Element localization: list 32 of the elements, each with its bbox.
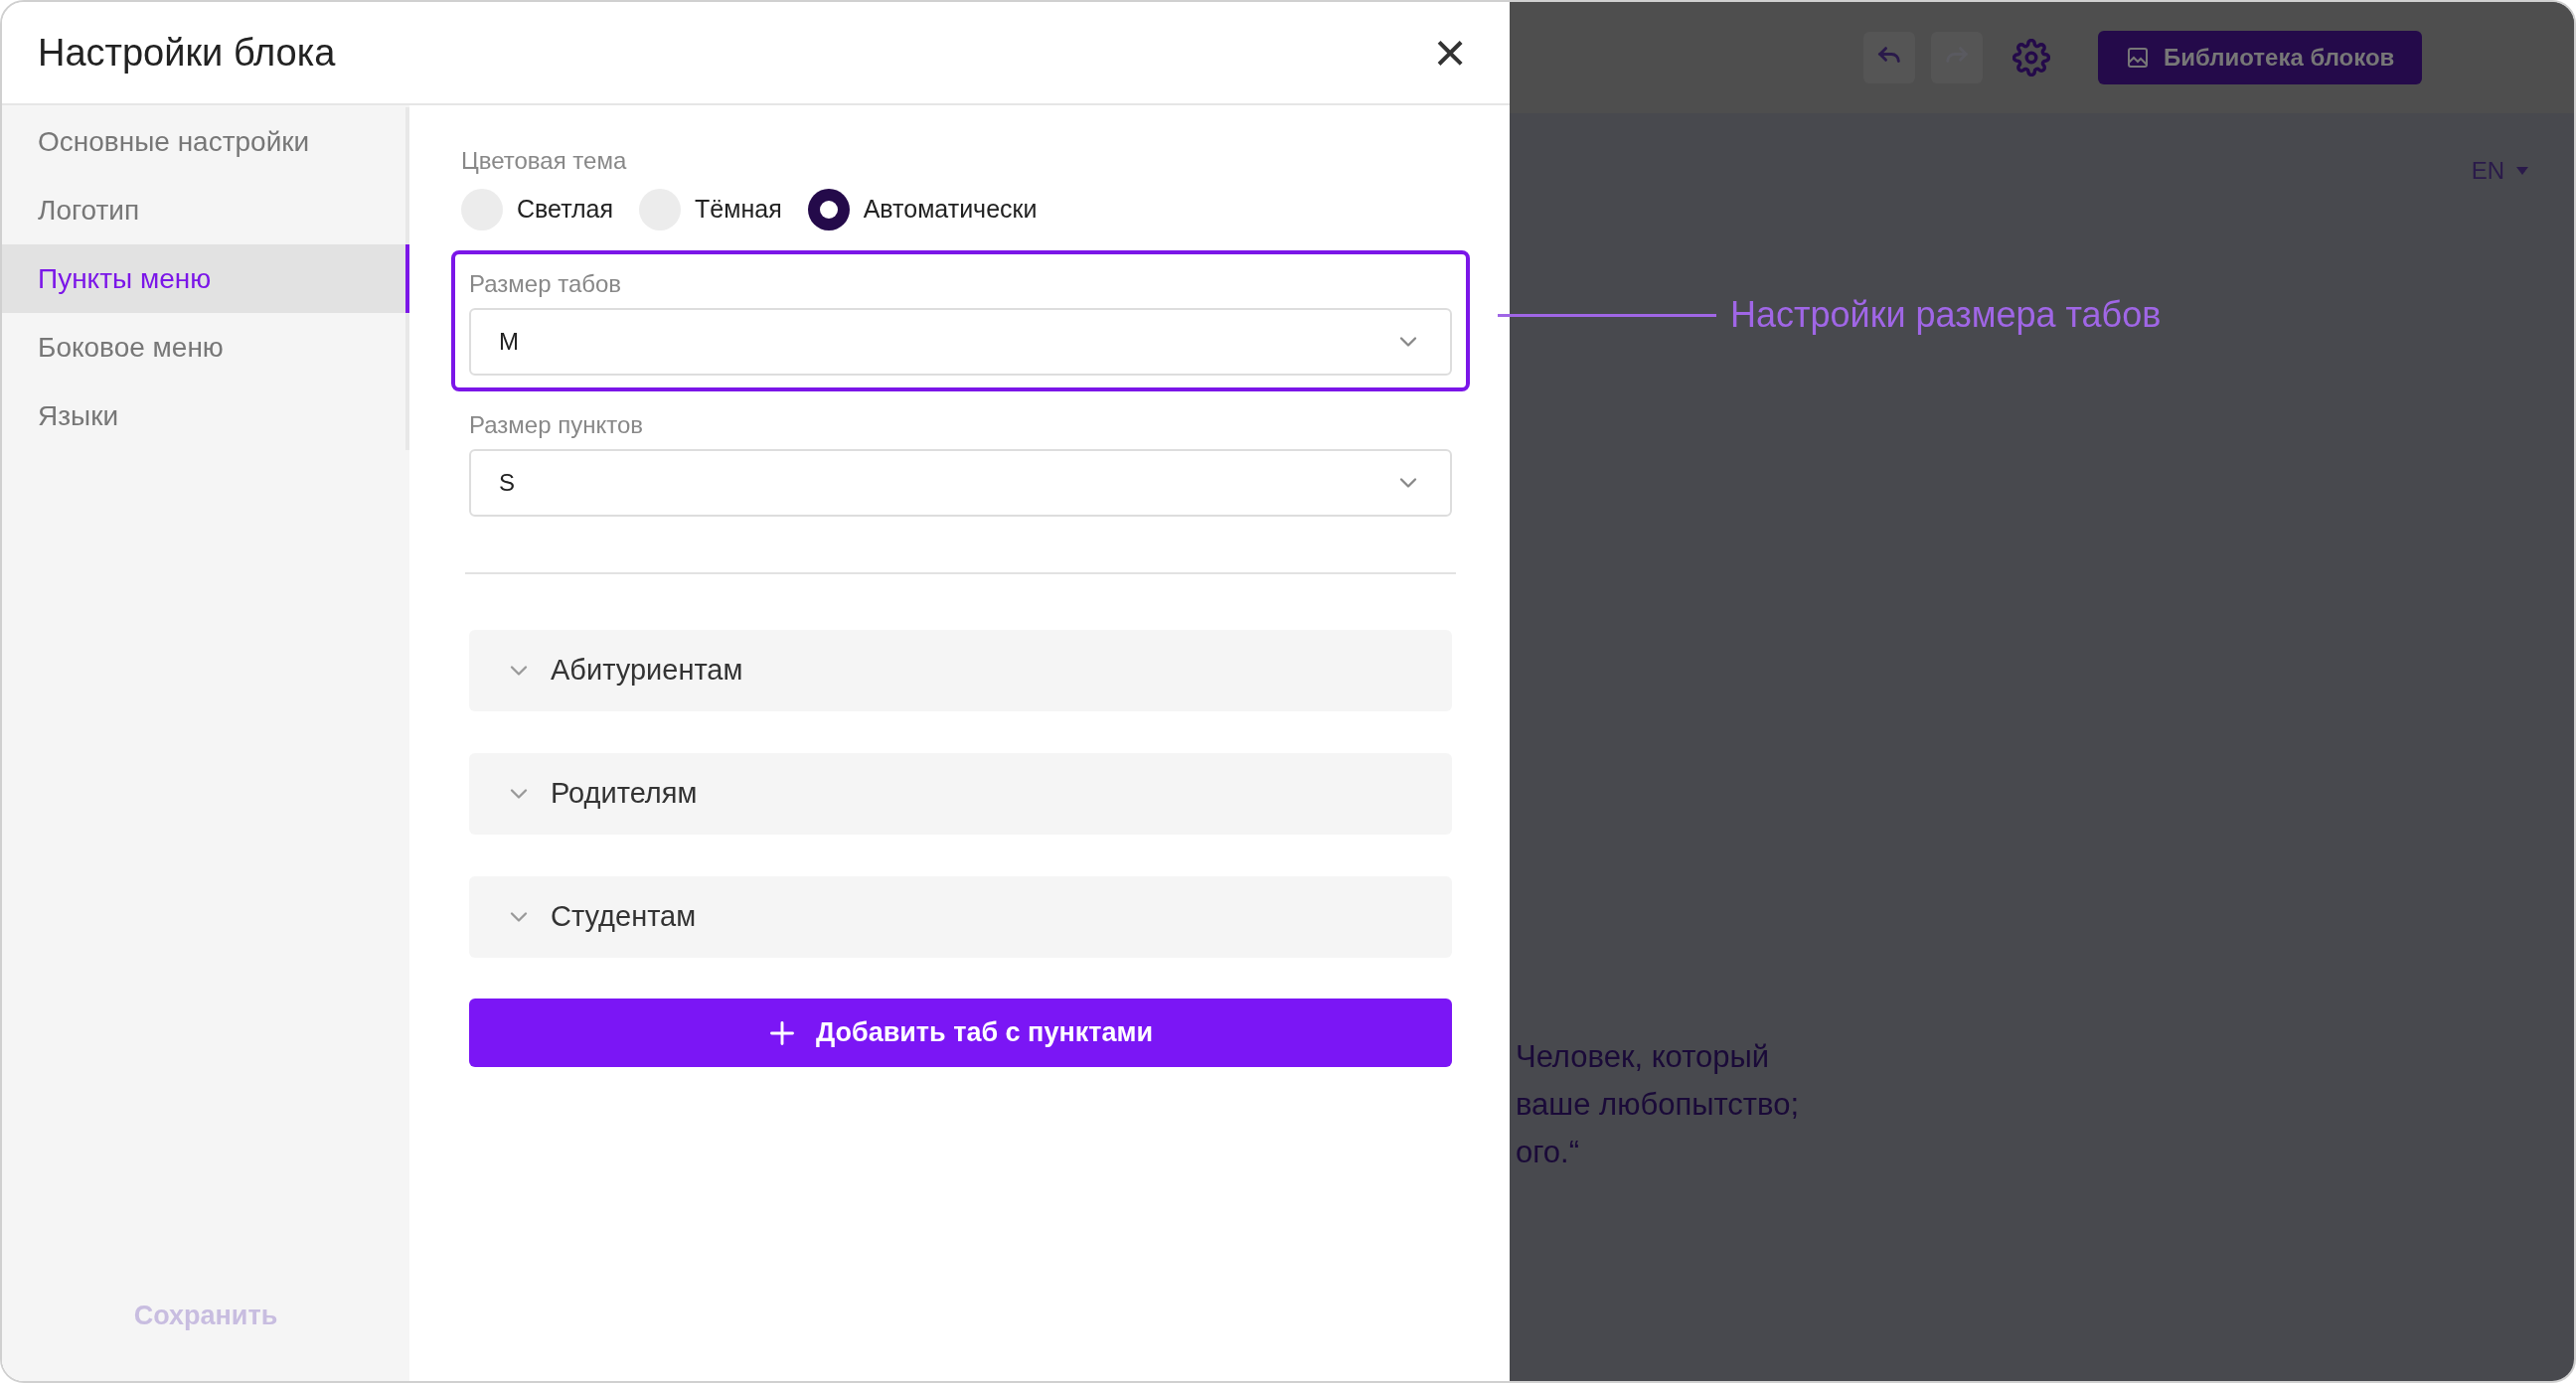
accordion-item[interactable]: Абитуриентам (469, 630, 1452, 711)
quote-text: Человек, который (1516, 1038, 1771, 1076)
field-label: Цветовая тема (460, 146, 628, 176)
field-label: Размер табов (469, 269, 623, 299)
radio-button[interactable] (807, 189, 850, 230)
select-field[interactable]: M (469, 308, 1452, 376)
caret-icon (2516, 167, 2528, 175)
sidebar-item[interactable]: Пункты меню (2, 244, 409, 313)
add-tab-button[interactable]: Добавить таб с пунктами (469, 999, 1452, 1067)
radio-label: Автоматически (863, 194, 1038, 226)
plus-icon (767, 1018, 796, 1047)
accordion-item[interactable]: Студентам (469, 876, 1452, 958)
quote-text: ваше любопытство; (1516, 1086, 1800, 1124)
accordion-item[interactable]: Родителям (469, 753, 1452, 835)
sidebar-item[interactable]: Боковое меню (2, 313, 409, 382)
radio-label: Тёмная (695, 194, 782, 226)
radio-label: Светлая (517, 194, 614, 226)
image-icon (2126, 46, 2150, 70)
annotation-text: Настройки размера табов (1730, 293, 2162, 337)
sidebar-item[interactable]: Языки (2, 382, 409, 450)
dialog-title: Настройки блока (38, 30, 336, 76)
settings-icon[interactable] (2012, 39, 2050, 77)
undo-button[interactable] (1863, 32, 1915, 83)
accordion-label: Абитуриентам (551, 653, 743, 689)
accordion-label: Студентам (551, 899, 697, 935)
sidebar-item[interactable]: Основные настройки (2, 107, 409, 176)
block-library-button[interactable]: Библиотека блоков (2098, 31, 2423, 84)
quote-text: ого.“ (1516, 1134, 1581, 1171)
field-label: Размер пунктов (469, 410, 644, 440)
select-field[interactable]: S (469, 449, 1452, 517)
accordion-label: Родителям (551, 776, 698, 812)
close-button[interactable]: × (1426, 29, 1474, 77)
